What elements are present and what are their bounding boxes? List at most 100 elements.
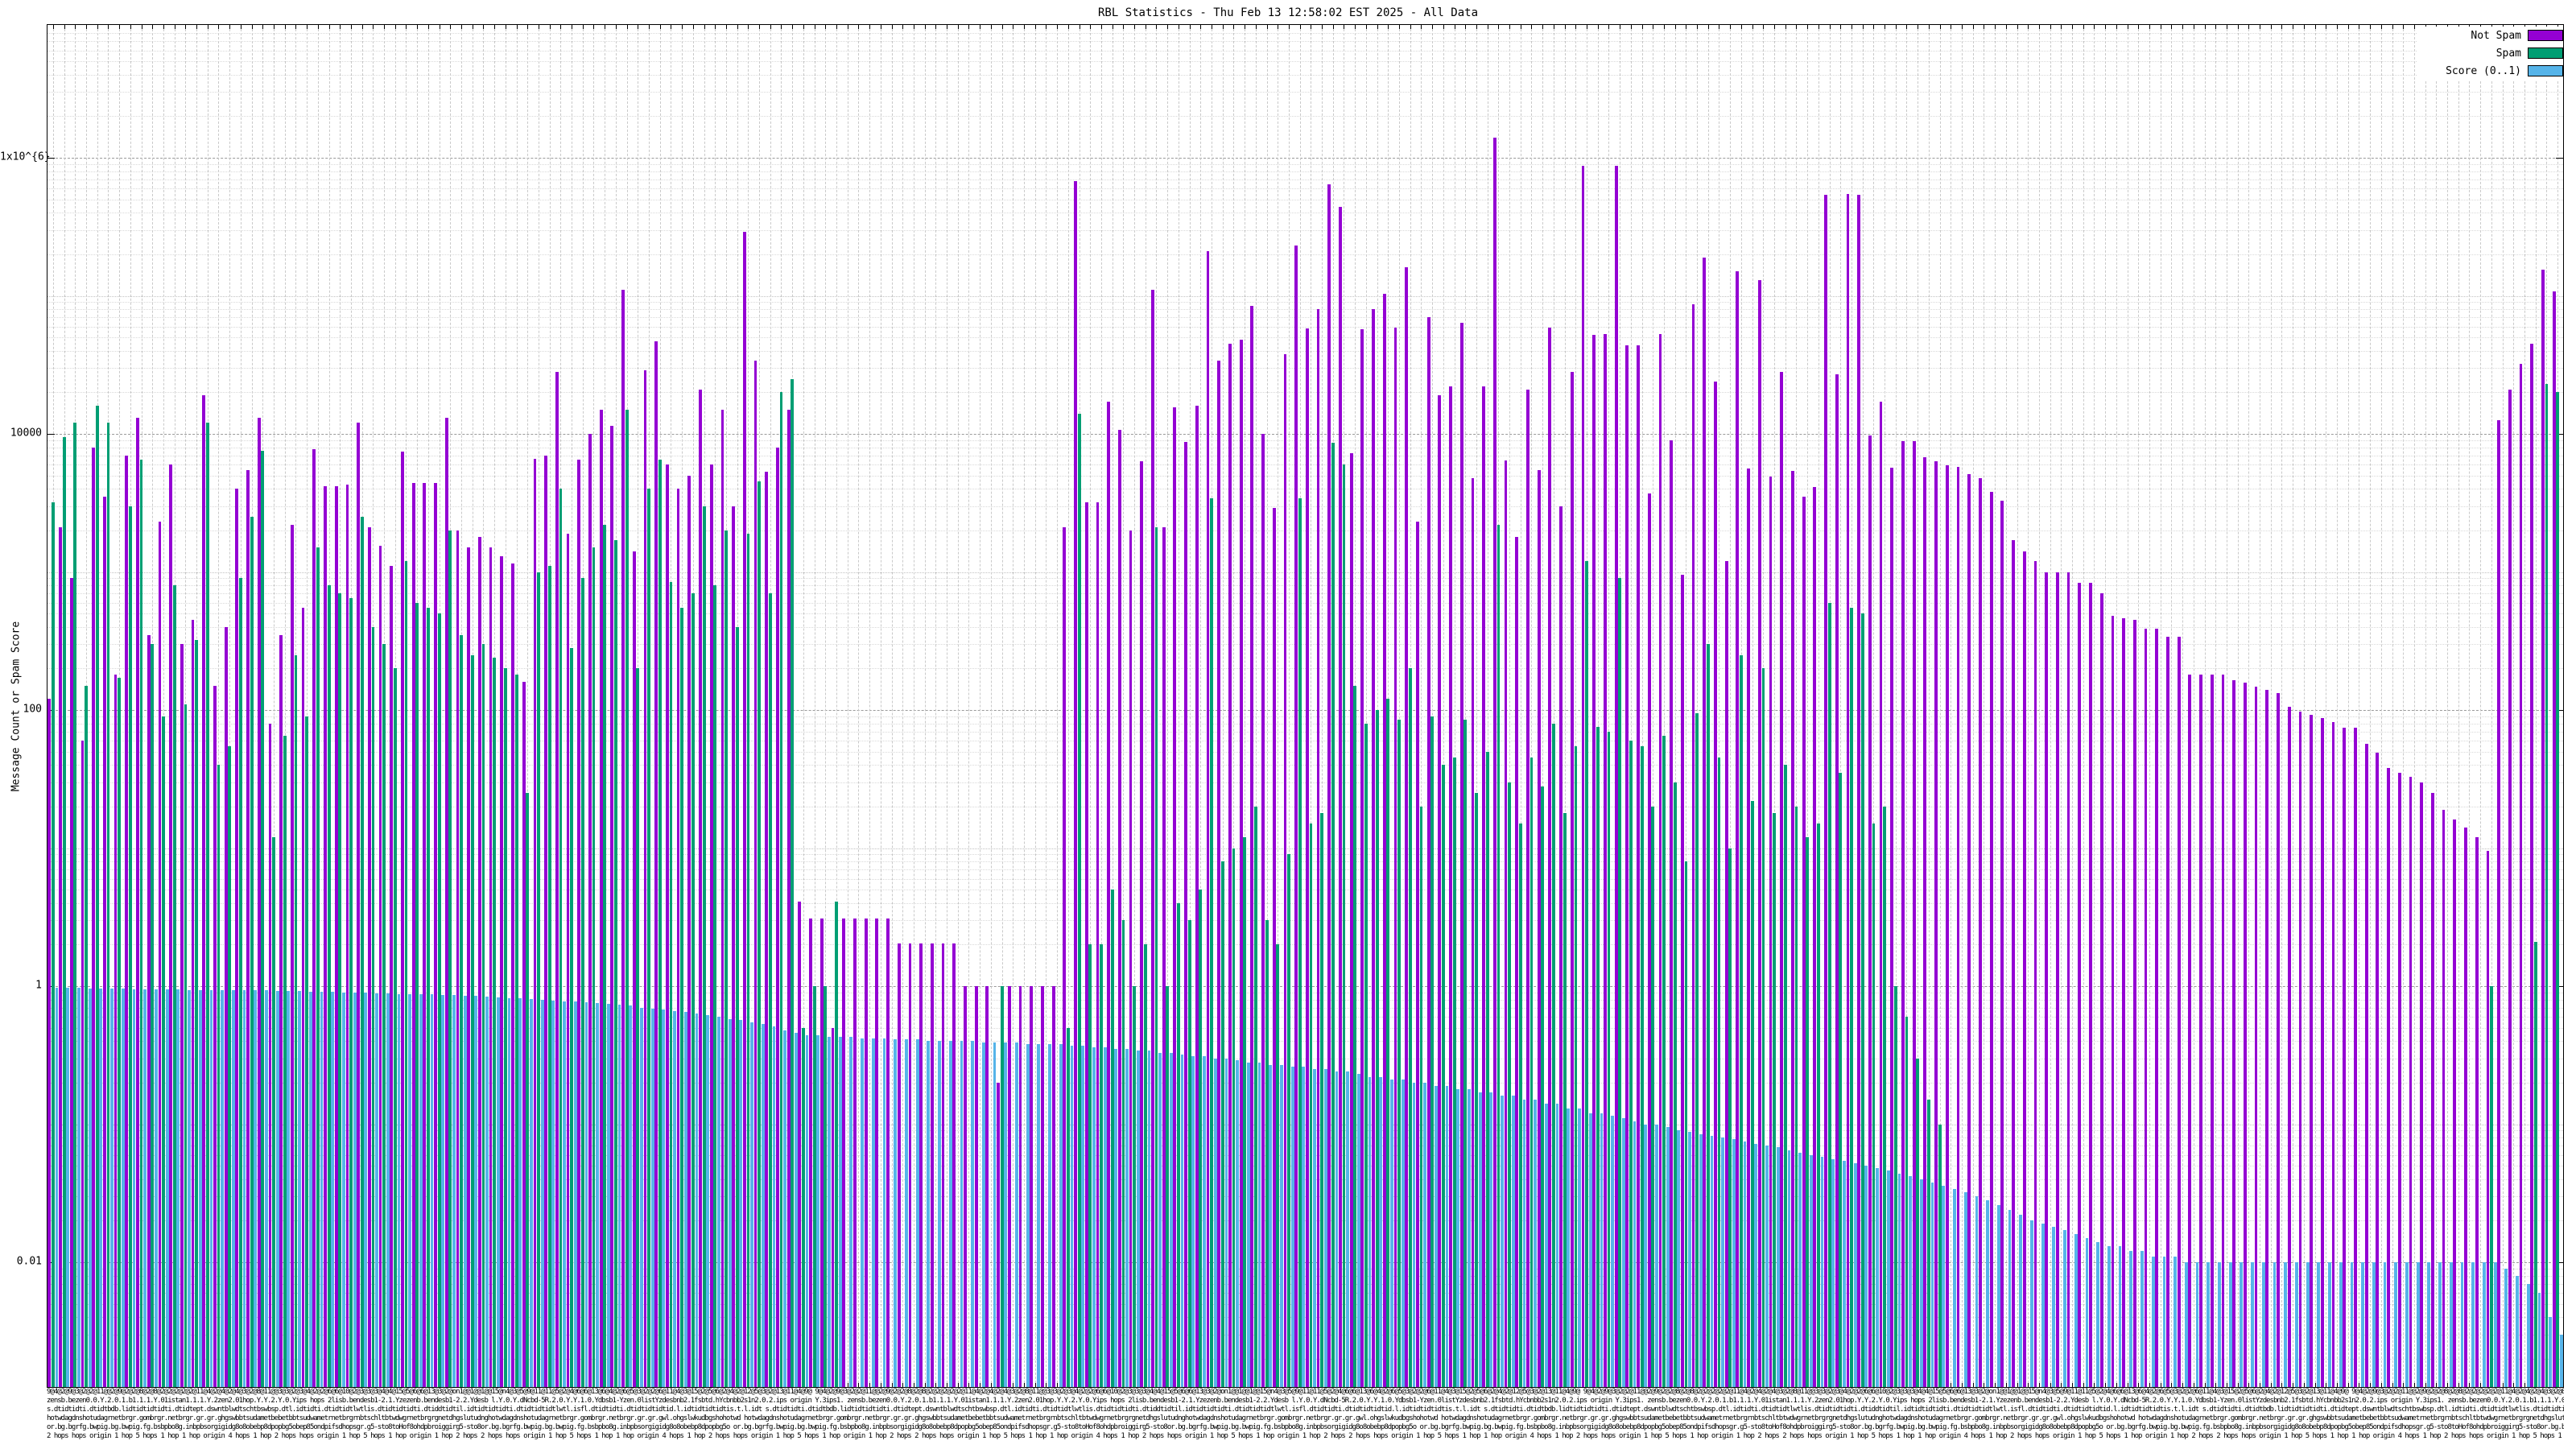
- top-axis-tick: [2380, 25, 2382, 29]
- bar-score-0-1-: [2537, 1293, 2541, 1387]
- bar-not-spam: [1239, 340, 1243, 1387]
- bar-not-spam: [1934, 461, 1938, 1387]
- bar-not-spam: [2464, 828, 2467, 1387]
- bar-not-spam: [1857, 194, 1861, 1387]
- bar-score-0-1-: [948, 1041, 952, 1387]
- top-axis-tick: [1641, 25, 1643, 29]
- bar-not-spam: [1670, 440, 1674, 1387]
- bar-spam: [1905, 1017, 1909, 1387]
- bar-spam: [205, 423, 209, 1387]
- bar-score-0-1-: [2118, 1246, 2122, 1387]
- y-tick-label: 0.01: [16, 1255, 42, 1268]
- top-axis-tick: [273, 25, 275, 29]
- top-axis-tick: [2171, 25, 2173, 29]
- bar-not-spam: [1945, 465, 1949, 1387]
- bar-spam: [1695, 712, 1699, 1387]
- top-axis-tick: [2314, 25, 2316, 29]
- cluster-gridline: [2436, 25, 2438, 1387]
- bar-spam: [195, 640, 199, 1387]
- bar-score-0-1-: [231, 990, 235, 1387]
- bar-spam: [162, 716, 165, 1387]
- bar-score-0-1-: [1313, 1069, 1316, 1387]
- bar-score-0-1-: [1600, 1113, 1604, 1387]
- bar-not-spam: [2265, 689, 2269, 1387]
- bottom-axis-tick: [2502, 1383, 2504, 1387]
- bar-score-0-1-: [1919, 1179, 1923, 1387]
- top-axis-tick: [626, 25, 628, 29]
- top-axis-tick: [1752, 25, 1753, 29]
- minor-gridline: [47, 61, 2563, 63]
- cluster-gridline: [2303, 25, 2305, 1387]
- bar-not-spam: [974, 986, 978, 1387]
- top-axis-tick: [527, 25, 529, 29]
- bar-not-spam: [92, 447, 96, 1387]
- x-axis-label-row: 9@4@2@9@3@2@2@11@@2@9@2@2@8@2@8@2@2@2@2@…: [47, 1388, 2564, 1396]
- bar-score-0-1-: [1699, 1133, 1703, 1387]
- bar-score-0-1-: [55, 988, 59, 1387]
- cluster-gridline: [2204, 25, 2206, 1387]
- bar-not-spam: [1868, 435, 1872, 1387]
- bar-not-spam: [831, 1027, 835, 1387]
- bar-score-0-1-: [1655, 1124, 1658, 1387]
- cluster-gridline: [2138, 25, 2140, 1387]
- minor-gridline: [47, 171, 2563, 172]
- bar-spam: [360, 517, 364, 1387]
- bar-score-0-1-: [1588, 1113, 1592, 1387]
- cluster-gridline: [2028, 25, 2029, 1387]
- top-axis-tick: [97, 25, 98, 29]
- bar-score-0-1-: [308, 992, 312, 1387]
- top-axis-tick: [891, 25, 893, 29]
- bar-not-spam: [544, 455, 548, 1387]
- bar-score-0-1-: [1302, 1067, 1306, 1387]
- top-axis-tick: [85, 25, 87, 29]
- bottom-axis-tick: [2038, 1383, 2040, 1387]
- bar-spam: [1210, 498, 1213, 1387]
- bar-spam: [636, 668, 640, 1387]
- bar-score-0-1-: [2438, 1262, 2442, 1387]
- bar-not-spam: [357, 423, 361, 1387]
- bar-score-0-1-: [2339, 1262, 2343, 1387]
- bar-not-spam: [1548, 327, 1552, 1387]
- bar-score-0-1-: [463, 996, 467, 1387]
- bottom-axis-tick: [2061, 1383, 2062, 1387]
- bar-spam: [1938, 1124, 1942, 1387]
- bar-score-0-1-: [364, 992, 368, 1387]
- bar-not-spam: [1405, 267, 1409, 1387]
- bar-score-0-1-: [673, 1010, 676, 1387]
- bottom-axis-tick: [1972, 1383, 1974, 1387]
- bar-score-0-1-: [1864, 1166, 1868, 1387]
- legend-item-spam: Spam: [2417, 44, 2563, 62]
- top-axis-tick: [1498, 25, 1500, 29]
- top-axis-tick: [1167, 25, 1169, 29]
- bar-score-0-1-: [2284, 1262, 2288, 1387]
- bar-spam: [614, 539, 617, 1387]
- bar-score-0-1-: [221, 989, 225, 1387]
- bar-spam: [702, 506, 706, 1387]
- bar-not-spam: [59, 527, 62, 1387]
- bar-score-0-1-: [2096, 1241, 2100, 1387]
- bar-not-spam: [489, 547, 493, 1387]
- bar-not-spam: [1901, 440, 1905, 1387]
- bar-not-spam: [1879, 402, 1883, 1387]
- bar-score-0-1-: [905, 1039, 908, 1387]
- bar-spam: [812, 986, 816, 1387]
- bar-score-0-1-: [960, 1041, 964, 1387]
- top-axis-tick: [858, 25, 860, 29]
- bar-score-0-1-: [474, 996, 478, 1387]
- top-axis-tick: [1707, 25, 1709, 29]
- bar-not-spam: [324, 485, 327, 1387]
- top-axis-tick: [759, 25, 761, 29]
- bar-score-0-1-: [1169, 1052, 1173, 1387]
- x-axis-label-row: hotwdagdnshotudagrnetbrgr.gombrgr.netbrg…: [47, 1414, 2564, 1422]
- bar-not-spam: [1217, 360, 1221, 1387]
- top-axis-tick: [1465, 25, 1467, 29]
- bar-spam: [261, 451, 265, 1387]
- cluster-gridline: [2182, 25, 2184, 1387]
- bar-score-0-1-: [265, 990, 268, 1387]
- bar-not-spam: [444, 418, 448, 1387]
- bar-not-spam: [312, 448, 316, 1387]
- top-axis-tick: [1597, 25, 1599, 29]
- bar-score-0-1-: [750, 1022, 753, 1387]
- bar-spam: [1320, 812, 1324, 1387]
- bottom-axis-tick: [2171, 1383, 2173, 1387]
